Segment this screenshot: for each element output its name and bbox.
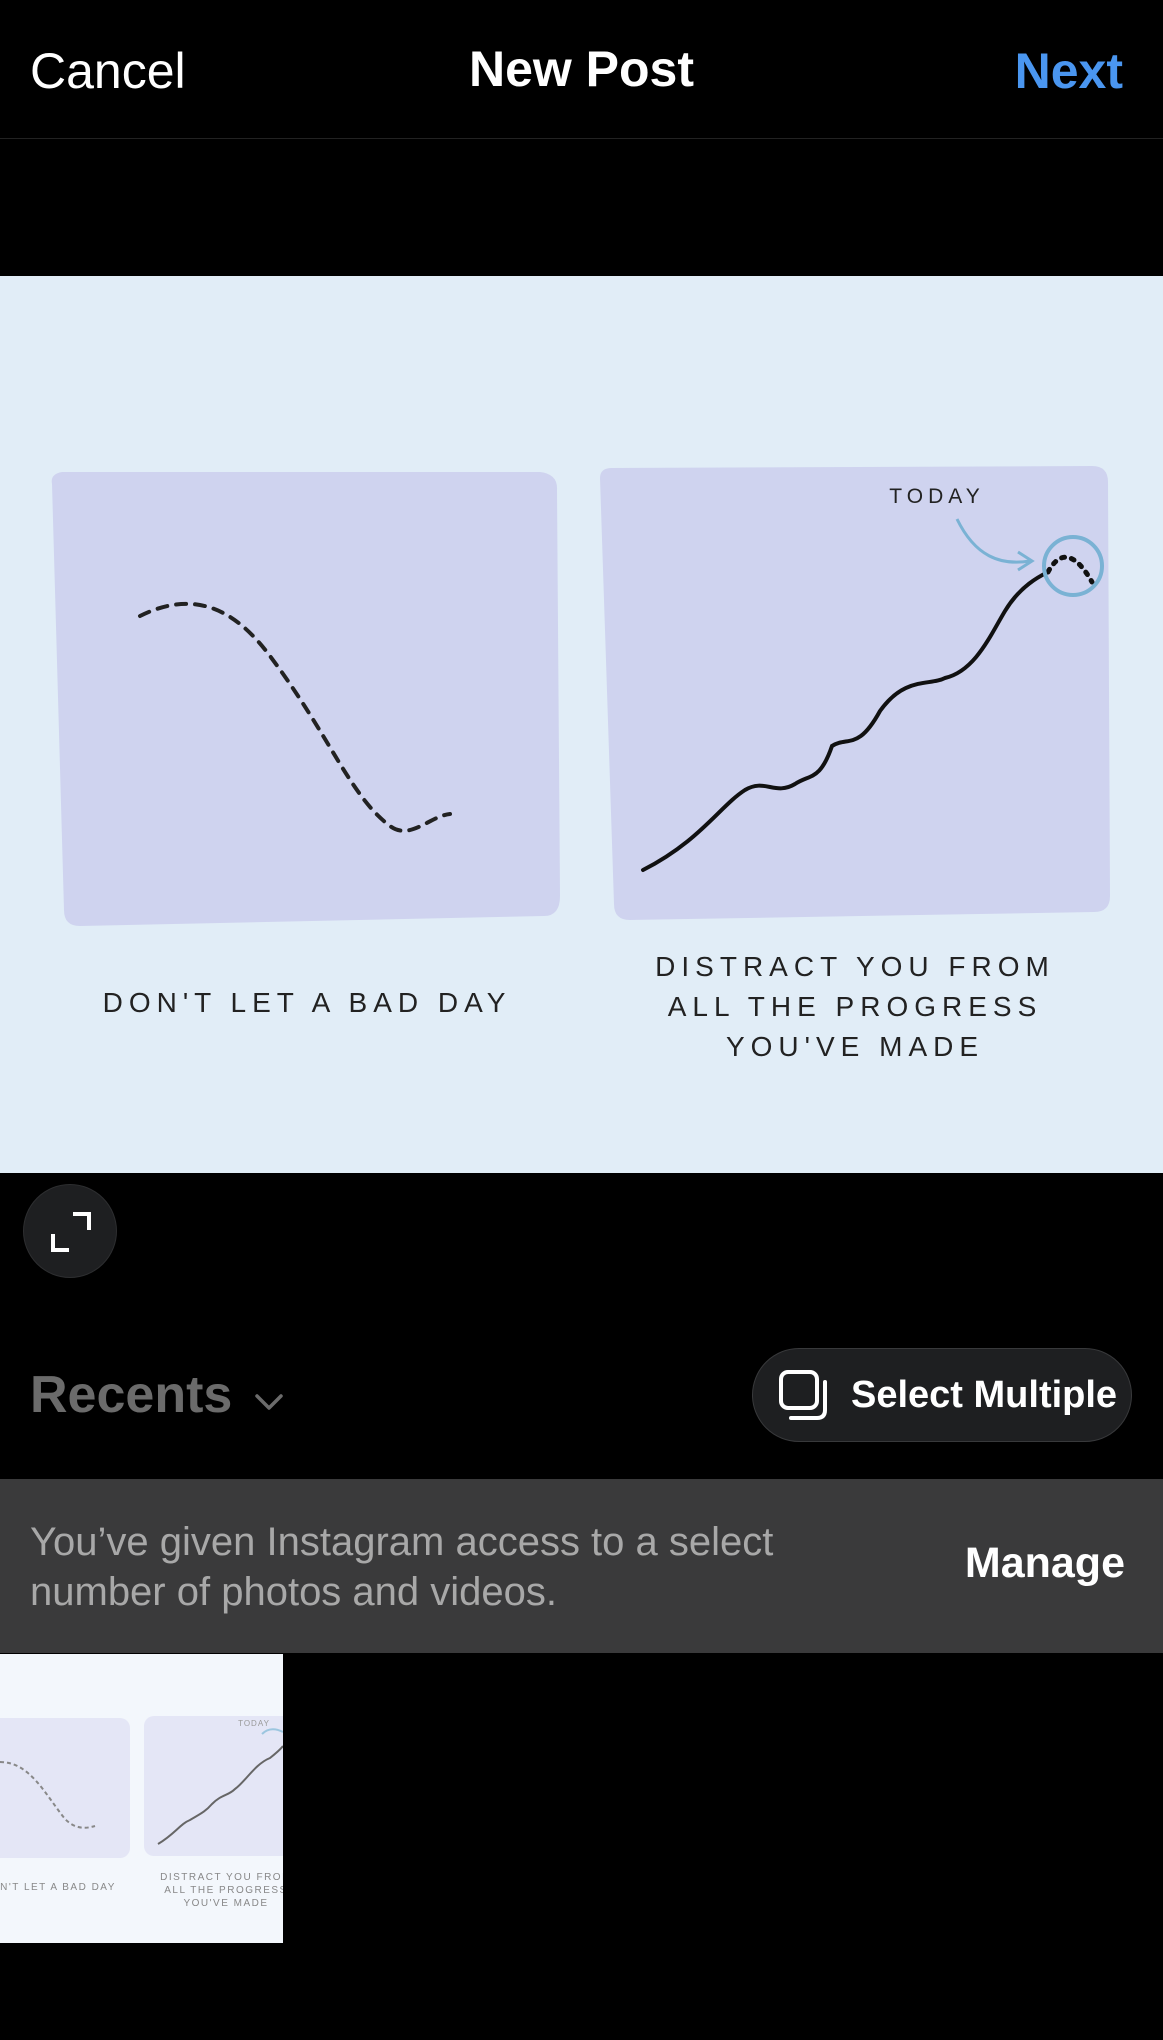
left-caption: DON'T LET A BAD DAY [103, 987, 512, 1018]
gallery-thumbnail[interactable]: TODAY N'T LET A BAD DAY DISTRACT YOU FRO… [0, 1654, 283, 1943]
cancel-button[interactable]: Cancel [30, 42, 186, 100]
thumbnail-right-caption-line-1: DISTRACT YOU FROM [160, 1872, 283, 1883]
next-button[interactable]: Next [1015, 42, 1123, 100]
chevron-down-icon [254, 1365, 284, 1425]
expand-button[interactable] [23, 1184, 117, 1278]
album-selector[interactable]: Recents [30, 1365, 284, 1425]
album-label: Recents [30, 1366, 233, 1424]
selected-photo-preview[interactable]: TODAY DON'T LET A BAD DAY DISTRACT YOU F… [0, 276, 1163, 1173]
right-caption-line-3: YOU'VE MADE [726, 1031, 984, 1062]
thumbnail-right-caption-line-3: YOU'VE MADE [183, 1898, 268, 1909]
right-caption-line-1: DISTRACT YOU FROM [655, 951, 1055, 982]
right-caption-line-2: ALL THE PROGRESS [668, 991, 1043, 1022]
thumbnail-right-caption-line-2: ALL THE PROGRESS [164, 1885, 283, 1896]
multi-select-icon [779, 1370, 827, 1420]
limited-access-banner: You’ve given Instagram access to a selec… [0, 1479, 1163, 1653]
select-multiple-label: Select Multiple [851, 1373, 1118, 1416]
thumbnail-illustration: TODAY N'T LET A BAD DAY DISTRACT YOU FRO… [0, 1716, 283, 1909]
thumbnail-left-caption: N'T LET A BAD DAY [0, 1882, 116, 1893]
thumbnail-today-label: TODAY [238, 1719, 270, 1728]
expand-icon [51, 1212, 91, 1252]
today-label: TODAY [889, 485, 984, 508]
access-message: You’ve given Instagram access to a selec… [30, 1520, 774, 1614]
select-multiple-button[interactable]: Select Multiple [752, 1348, 1132, 1442]
preview-illustration: TODAY DON'T LET A BAD DAY DISTRACT YOU F… [51, 466, 1110, 1062]
top-bar: Cancel New Post Next [0, 0, 1163, 139]
manage-button[interactable]: Manage [965, 1539, 1125, 1588]
left-panel [51, 472, 560, 926]
